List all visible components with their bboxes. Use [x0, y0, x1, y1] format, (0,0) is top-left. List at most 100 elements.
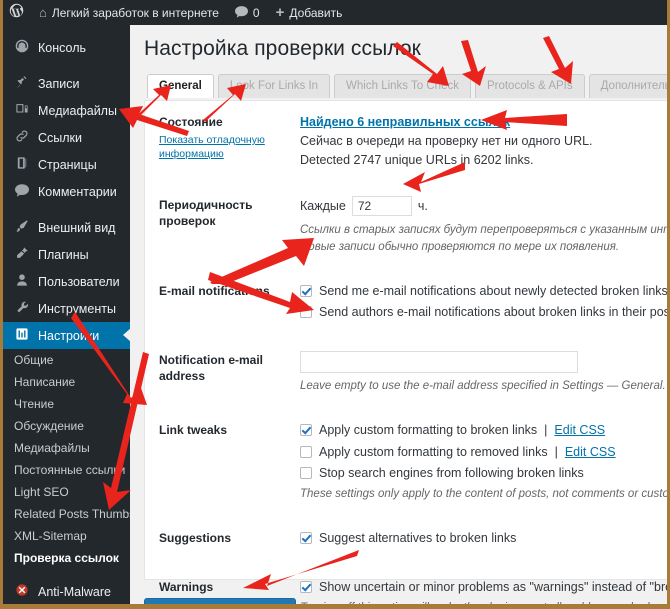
- sidebar-item-label: Внешний вид: [38, 220, 116, 235]
- tab-look-for-links-in[interactable]: Look For Links In: [217, 74, 331, 98]
- sidebar-item-plugins[interactable]: Плагины: [3, 241, 130, 268]
- submenu-item-label: Проверка ссылок: [14, 551, 119, 565]
- format-removed-links-checkbox[interactable]: [300, 445, 312, 458]
- dashboard-icon: [12, 39, 32, 56]
- broken-links-link[interactable]: Найдено 6 неправильных ссылок: [300, 115, 510, 129]
- tab-protocols-and-apis[interactable]: Protocols & APIs: [474, 74, 585, 98]
- comment-icon: [12, 183, 32, 200]
- shield-malware-icon: [12, 583, 32, 600]
- pipe-separator: |: [544, 422, 548, 437]
- new-content-label: Добавить: [289, 5, 343, 20]
- checkbox-row-stop-search-engines[interactable]: Stop search engines from following broke…: [300, 464, 667, 483]
- suggestions-body: Suggest alternatives to broken links: [300, 517, 667, 551]
- checkbox-row-send-me-notifications[interactable]: Send me e-mail notifications about newly…: [300, 282, 667, 301]
- sidebar-item-pages[interactable]: Страницы: [3, 151, 130, 178]
- screenshot-frame: ⌂ Легкий заработок в интернете 0 + Добав…: [3, 0, 667, 604]
- checkbox-label: Apply custom formatting to removed links: [319, 444, 548, 459]
- site-name-menu[interactable]: ⌂ Легкий заработок в интернете: [31, 0, 227, 25]
- warnings-body: Show uncertain or minor problems as "war…: [300, 566, 667, 604]
- tab-additional[interactable]: Дополнительно: [588, 74, 667, 98]
- sidebar-item-dashboard[interactable]: Консоль: [3, 34, 130, 61]
- notification-email-input[interactable]: [300, 351, 578, 374]
- tab-which-links-to-check[interactable]: Which Links To Check: [334, 74, 471, 98]
- check-interval-hours-input[interactable]: [351, 196, 412, 217]
- field-row-suggestions: Suggestions Suggest alternatives to brok…: [145, 517, 667, 551]
- submenu-item-general[interactable]: Общие: [3, 349, 130, 371]
- admin-sidebar-menu: Консоль Записи Медиафайлы Ссылки Страниц…: [3, 25, 135, 604]
- checkbox-label: Show uncertain or minor problems as "war…: [319, 580, 667, 595]
- field-row-notification-address: Notification e-mail address Leave empty …: [145, 339, 667, 395]
- link-tweaks-label: Link tweaks: [159, 422, 228, 437]
- sidebar-item-users[interactable]: Пользователи: [3, 268, 130, 295]
- edit-css-removed-link[interactable]: Edit CSS: [565, 443, 616, 462]
- link-tweaks-desc: These settings only apply to the content…: [300, 488, 667, 501]
- sidebar-item-links[interactable]: Ссылки: [3, 124, 130, 151]
- sidebar-item-anti-malware[interactable]: Anti-Malware: [3, 578, 130, 604]
- checkbox-label: Suggest alternatives to broken links: [319, 530, 517, 545]
- sidebar-item-label: Anti-Malware: [38, 584, 111, 599]
- checkbox-row-show-warnings[interactable]: Show uncertain or minor problems as "war…: [300, 578, 667, 597]
- media-icon: [12, 102, 32, 119]
- submenu-item-link-checker[interactable]: Проверка ссылок: [3, 547, 130, 569]
- interval-suffix-label: ч.: [417, 198, 428, 213]
- new-content-menu[interactable]: + Добавить: [268, 0, 351, 25]
- sidebar-item-appearance[interactable]: Внешний вид: [3, 214, 130, 241]
- show-debug-info-link[interactable]: Показать отладочную информацию: [159, 133, 290, 161]
- send-authors-notifications-checkbox[interactable]: [300, 306, 312, 319]
- send-me-notifications-checkbox[interactable]: [300, 284, 312, 297]
- sidebar-item-comments[interactable]: Комментарии: [3, 178, 130, 205]
- submenu-item-label: Написание: [14, 375, 76, 389]
- sidebar-item-settings[interactable]: Настройки: [3, 322, 131, 349]
- submenu-item-discussion[interactable]: Обсуждение: [3, 415, 130, 437]
- status-label-cell: Состояние Показать отладочную информацию: [145, 101, 300, 169]
- submenu-item-xml-sitemap[interactable]: XML-Sitemap: [3, 525, 130, 547]
- appearance-brush-icon: [12, 219, 32, 236]
- admin-bar: ⌂ Легкий заработок в интернете 0 + Добав…: [3, 0, 667, 25]
- comments-menu[interactable]: 0: [227, 0, 268, 25]
- checkbox-row-format-broken-links[interactable]: Apply custom formatting to broken links …: [300, 421, 667, 440]
- save-changes-button[interactable]: Сохранить изменения: [144, 598, 297, 604]
- status-queue-text: Сейчас в очереди на проверку нет ни одно…: [300, 133, 593, 148]
- sidebar-item-label: Плагины: [38, 247, 89, 262]
- sidebar-item-posts[interactable]: Записи: [3, 70, 130, 97]
- submenu-item-permalinks[interactable]: Постоянные ссылки: [3, 459, 130, 481]
- suggest-alternatives-checkbox[interactable]: [300, 531, 312, 544]
- show-warnings-checkbox[interactable]: [300, 581, 312, 594]
- submenu-item-writing[interactable]: Написание: [3, 371, 130, 393]
- submenu-item-label: Медиафайлы: [14, 441, 90, 455]
- submenu-item-label: XML-Sitemap: [14, 529, 87, 543]
- sidebar-item-label: Медиафайлы: [38, 103, 117, 118]
- tab-general[interactable]: General: [147, 74, 214, 98]
- checkbox-label: Apply custom formatting to broken links: [319, 422, 538, 437]
- wrench-icon: [12, 300, 32, 317]
- menu-spacer-top: [3, 25, 130, 34]
- submenu-item-light-seo[interactable]: Light SEO: [3, 481, 130, 503]
- link-icon: [12, 129, 32, 146]
- checkbox-row-send-authors-notifications[interactable]: Send authors e-mail notifications about …: [300, 303, 667, 322]
- submenu-item-media[interactable]: Медиафайлы: [3, 437, 130, 459]
- sidebar-item-label: Инструменты: [38, 301, 116, 316]
- checkbox-label: Send me e-mail notifications about newly…: [319, 283, 667, 298]
- submenu-item-related-posts-thumbs[interactable]: Related Posts Thumbs: [3, 503, 135, 525]
- sidebar-item-label: Страницы: [38, 157, 97, 172]
- checkbox-row-suggest-alternatives[interactable]: Suggest alternatives to broken links: [300, 529, 665, 548]
- status-label: Состояние: [159, 115, 223, 129]
- submenu-item-label: Related Posts Thumbs: [14, 507, 136, 521]
- checkbox-row-format-removed-links[interactable]: Apply custom formatting to removed links…: [300, 443, 667, 462]
- sidebar-item-media[interactable]: Медиафайлы: [3, 97, 130, 124]
- save-bar: Сохранить изменения: [144, 598, 297, 604]
- sidebar-item-label: Консоль: [38, 40, 87, 55]
- sidebar-item-tools[interactable]: Инструменты: [3, 295, 130, 322]
- format-broken-links-checkbox[interactable]: [300, 423, 312, 436]
- wordpress-logo-icon[interactable]: [3, 3, 31, 22]
- settings-tabs: General Look For Links In Which Links To…: [147, 73, 667, 98]
- tab-label: General: [159, 80, 202, 92]
- submenu-item-reading[interactable]: Чтение: [3, 393, 130, 415]
- checkbox-label: Stop search engines from following broke…: [319, 466, 584, 481]
- notification-address-desc: Leave empty to use the e-mail address sp…: [300, 380, 666, 393]
- interval-desc-line2: Новые записи обычно проверяются по мере …: [300, 240, 620, 253]
- sidebar-item-label: Записи: [38, 76, 80, 91]
- stop-search-engines-checkbox[interactable]: [300, 467, 312, 480]
- field-row-link-tweaks: Link tweaks Apply custom formatting to b…: [145, 409, 667, 503]
- edit-css-broken-link[interactable]: Edit CSS: [554, 421, 605, 440]
